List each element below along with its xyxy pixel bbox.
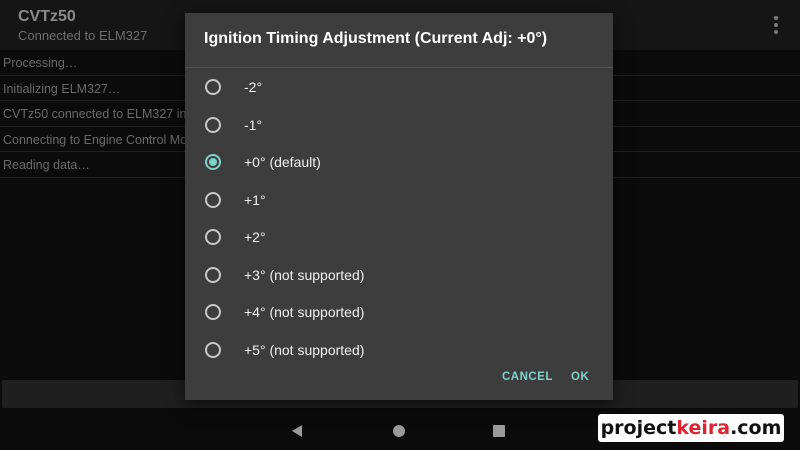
option-label: +5° (not supported) xyxy=(244,341,365,358)
option-plus-5[interactable]: +5° (not supported) xyxy=(185,331,613,369)
option-label: +3° (not supported) xyxy=(244,266,365,283)
option-plus-3[interactable]: +3° (not supported) xyxy=(185,256,613,294)
radio-button[interactable] xyxy=(205,116,221,133)
watermark-part: keira xyxy=(676,417,731,439)
ignition-timing-dialog: Ignition Timing Adjustment (Current Adj:… xyxy=(185,13,613,400)
option-minus-2[interactable]: -2° xyxy=(185,68,613,106)
option-minus-1[interactable]: -1° xyxy=(185,106,613,144)
option-plus-1[interactable]: +1° xyxy=(185,181,613,219)
radio-button[interactable] xyxy=(205,266,221,283)
option-plus-0-default[interactable]: +0° (default) xyxy=(185,143,613,181)
option-plus-2[interactable]: +2° xyxy=(185,218,613,256)
option-label: -1° xyxy=(244,116,263,133)
connection-status: Connected to ELM327 xyxy=(18,28,148,43)
option-label: +1° xyxy=(244,191,266,208)
option-label: +2° xyxy=(244,229,266,245)
cancel-button[interactable]: CANCEL xyxy=(502,371,553,383)
overflow-menu-icon[interactable] xyxy=(770,14,782,36)
app-title: CVTz50 xyxy=(18,8,76,25)
option-label: +4° (not supported) xyxy=(244,304,365,320)
option-label: -2° xyxy=(244,79,263,95)
watermark-part: project xyxy=(600,417,677,439)
watermark-logo: projectkeira.com xyxy=(598,414,784,442)
radio-button[interactable] xyxy=(205,79,221,95)
radio-button[interactable] xyxy=(205,229,221,245)
ok-button[interactable]: OK xyxy=(571,371,589,383)
watermark-part: .com xyxy=(730,417,782,439)
back-icon[interactable] xyxy=(292,425,302,437)
option-label: +0° (default) xyxy=(244,154,321,170)
radio-button[interactable] xyxy=(205,304,221,320)
home-icon[interactable] xyxy=(393,425,405,437)
radio-button[interactable] xyxy=(205,191,221,208)
dialog-title: Ignition Timing Adjustment (Current Adj:… xyxy=(204,30,548,47)
recents-icon[interactable] xyxy=(493,425,505,437)
option-plus-4[interactable]: +4° (not supported) xyxy=(185,293,613,331)
radio-button-selected[interactable] xyxy=(205,154,221,170)
radio-button[interactable] xyxy=(205,341,221,358)
